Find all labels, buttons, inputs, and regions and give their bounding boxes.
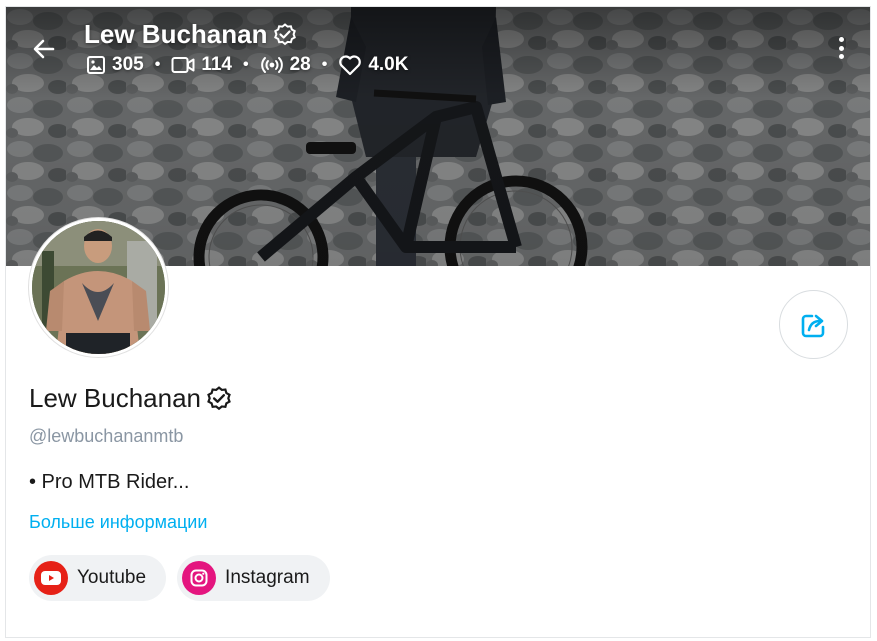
social-links: Youtube Instagram [29,555,330,601]
heart-icon [339,55,362,76]
share-button[interactable] [779,290,848,359]
verified-badge-icon [207,385,231,410]
back-button[interactable] [28,33,60,65]
verified-badge-icon [274,22,297,45]
photos-count: 305 [86,54,144,76]
image-icon [87,56,105,74]
header-title: Lew Buchanan [84,19,297,50]
photos-value: 305 [112,54,144,75]
likes-value: 4.0K [368,54,409,75]
header-bar: Lew Buchanan 305 • 114 • 28 • 4.0K [6,7,870,87]
arrow-left-icon [33,39,55,59]
profile-page: Lew Buchanan 305 • 114 • 28 • 4.0K Lew B… [5,6,871,638]
instagram-label: Instagram [225,567,310,588]
avatar-photo [32,221,165,354]
videos-value: 114 [201,54,232,75]
stat-separator: • [154,56,161,73]
profile-name: Lew Buchanan [29,383,202,413]
instagram-link[interactable]: Instagram [177,555,330,601]
dot-icon [838,54,844,59]
instagram-icon [182,561,217,595]
likes-count: 4.0K [338,54,408,76]
more-info-link[interactable]: Больше информации [29,512,207,533]
profile-bio: • Pro MTB Rider... [29,471,190,493]
broadcast-icon [260,57,283,73]
videos-count: 114 [171,54,232,76]
youtube-link[interactable]: Youtube [29,555,167,601]
more-options-button[interactable] [834,33,848,63]
profile-handle: @lewbuchananmtb [29,426,184,446]
dot-icon [838,45,844,51]
dot-icon [838,37,844,42]
profile-name-row: Lew Buchanan [29,383,232,414]
share-icon [801,314,824,337]
youtube-label: Youtube [77,567,147,588]
streams-count: 28 [260,54,311,76]
header-stats: 305 • 114 • 28 • 4.0K [86,54,408,76]
streams-value: 28 [289,54,311,75]
video-camera-icon [171,57,195,73]
header-name: Lew Buchanan [84,19,268,49]
avatar[interactable] [29,218,168,357]
youtube-icon [34,561,68,595]
stat-separator: • [242,56,249,73]
stat-separator: • [321,56,328,73]
